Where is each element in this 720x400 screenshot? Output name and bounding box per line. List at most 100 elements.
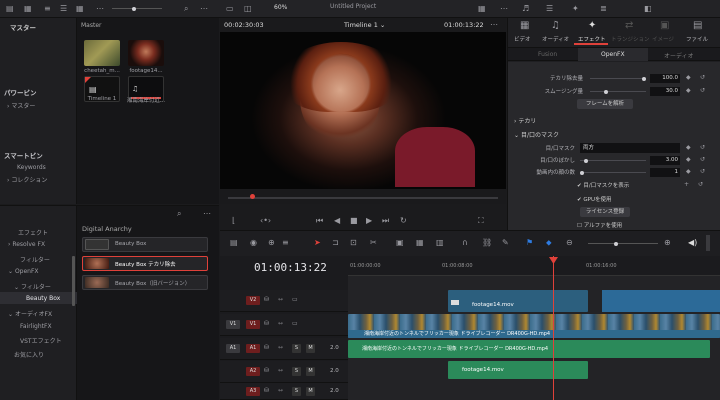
mute-button[interactable]: M <box>306 344 315 353</box>
jkl-icon[interactable]: ⌊ <box>232 217 235 225</box>
fullscreen-icon[interactable]: ⛶ <box>478 217 484 225</box>
tree-filter[interactable]: フィルター <box>20 255 50 264</box>
track-patch[interactable]: A1 <box>246 344 260 353</box>
clip-thumbnail[interactable] <box>84 40 120 66</box>
snapping-icon[interactable]: ∩ <box>462 239 468 247</box>
search-icon[interactable]: ⌕ <box>177 210 181 218</box>
zoom-in-icon[interactable]: ⊕ <box>664 239 671 247</box>
ripple-icon[interactable]: ◉ <box>250 239 257 247</box>
lock-icon[interactable]: ⛁ <box>264 320 269 328</box>
link-icon[interactable]: ⛓ <box>482 239 492 247</box>
options-icon[interactable]: ⋯ <box>96 5 104 13</box>
settings-icon[interactable]: ≡ <box>282 239 289 247</box>
effects-icon[interactable]: ✦ <box>572 5 579 13</box>
audio-tab-icon[interactable]: ♫ <box>551 21 560 31</box>
zoom-level[interactable]: 60% <box>274 4 287 11</box>
tree-fairlightfx[interactable]: FairlightFX <box>20 323 52 330</box>
reset-icon[interactable]: ↺ <box>700 87 705 95</box>
blur-value[interactable]: 3.00 <box>650 156 680 165</box>
analyze-frame-button[interactable]: フレームを解析 <box>577 99 633 109</box>
inner-slider[interactable] <box>580 170 646 175</box>
tree-audiofx[interactable]: ⌄ オーディオFX <box>8 309 52 318</box>
layout-icon[interactable]: ▦ <box>478 5 486 13</box>
video-tab-icon[interactable]: ▦ <box>520 21 529 31</box>
select-tool-icon[interactable]: ➤ <box>314 239 321 247</box>
subtab-openfx[interactable]: OpenFX <box>601 51 625 58</box>
grid-view-icon[interactable]: ▦ <box>76 5 84 13</box>
smart-bin-collection[interactable]: › コレクション <box>7 175 47 184</box>
overwrite-clip-icon[interactable]: ▦ <box>416 239 424 247</box>
tab-effects[interactable]: エフェクト <box>578 35 606 43</box>
tree-resolvefx[interactable]: › Resolve FX <box>8 241 45 248</box>
clip-thumbnail[interactable] <box>128 40 164 66</box>
scrubber-bar[interactable] <box>228 197 498 199</box>
keyframe-icon[interactable]: ◆ <box>686 87 691 95</box>
viewer-options-icon[interactable]: ⋯ <box>500 5 508 13</box>
viewer-layout-icon[interactable]: ▭ <box>226 5 234 13</box>
viewer-menu-icon[interactable]: ⋯ <box>490 21 498 29</box>
section-tekari[interactable]: › テカリ <box>514 116 536 125</box>
solo-button[interactable]: S <box>292 344 301 353</box>
tab-file[interactable]: ファイル <box>686 35 708 43</box>
show-mask-checkbox[interactable]: ✔ 目/口マスクを表示 <box>577 181 629 189</box>
dynamic-trim-icon[interactable]: ⊡ <box>350 239 357 247</box>
smart-bin-keywords[interactable]: Keywords <box>17 164 46 171</box>
skip-end-icon[interactable]: ⏭ <box>382 217 389 225</box>
v1-clip[interactable]: 湘南海岸付近のトンネルでフリッカー現象 ドライブレコーダー DR400G-HD.… <box>348 314 720 338</box>
tree-vst[interactable]: VSTエフェクト <box>20 336 62 345</box>
play-icon[interactable]: ▶ <box>366 217 372 225</box>
zoom-out-icon[interactable]: ⊖ <box>566 239 573 247</box>
track-source[interactable]: A1 <box>226 344 240 353</box>
enable-video-icon[interactable]: ▭ <box>292 296 298 304</box>
power-bin-master[interactable]: › マスター <box>7 101 35 110</box>
lock-icon[interactable]: ⛁ <box>264 367 269 375</box>
sync-icon[interactable]: ⊕ <box>268 239 275 247</box>
keyframe-icon[interactable]: ◆ <box>686 156 691 164</box>
enable-video-icon[interactable]: ▭ <box>292 320 298 328</box>
auto-select-icon[interactable]: ⇿ <box>278 367 283 375</box>
lock-icon[interactable]: ⛁ <box>264 387 269 395</box>
keyframe-icon[interactable]: ◆ <box>686 144 691 152</box>
layout-icon[interactable]: ▤ <box>230 239 238 247</box>
v2-clip[interactable]: footage14.mov <box>448 290 588 312</box>
gpu-checkbox[interactable]: ✔ GPUを使用 <box>577 195 611 203</box>
search-icon[interactable]: ⌕ <box>184 5 188 13</box>
media-pool-icon[interactable]: ▤ <box>6 5 14 13</box>
tree-openfx[interactable]: ⌄ OpenFX <box>8 268 39 275</box>
effects-tab-icon[interactable]: ✦ <box>588 21 596 31</box>
lock-icon[interactable]: ⛁ <box>264 296 269 304</box>
mask-dropdown[interactable]: 両方 <box>580 143 680 153</box>
index-icon[interactable]: ≣ <box>600 5 607 13</box>
video-frame[interactable] <box>220 32 506 189</box>
section-mask[interactable]: ⌄ 目/口のマスク <box>514 130 559 139</box>
loop-icon[interactable]: ↻ <box>400 217 407 225</box>
a1-clip[interactable]: 湘南海岸付近のトンネルでフリッカー現象 ドライブレコーダー DR400G-HD.… <box>348 340 710 358</box>
step-back-icon[interactable]: ◀ <box>334 217 340 225</box>
tree-beauty-box[interactable]: Beauty Box <box>26 295 60 302</box>
tree-scrollbar[interactable] <box>72 256 75 306</box>
tree-filter-openfx[interactable]: ⌄ フィルター <box>14 282 51 291</box>
tree-favorites[interactable]: お気に入り <box>14 350 44 359</box>
tree-effects[interactable]: エフェクト <box>18 228 48 237</box>
auto-select-icon[interactable]: ⇿ <box>278 344 283 352</box>
marker-icon[interactable]: ⬥ <box>546 239 552 247</box>
inspector-toggle-icon[interactable]: ◧ <box>644 5 652 13</box>
reset-icon[interactable]: ↺ <box>700 156 705 164</box>
inner-value[interactable]: 1 <box>650 168 680 177</box>
fx-item-selected[interactable]: Beauty Box テカリ除去 <box>82 256 208 271</box>
auto-select-icon[interactable]: ⇿ <box>278 296 283 304</box>
track-source[interactable]: V1 <box>226 320 240 329</box>
subtab-audio[interactable]: オーディオ <box>664 51 694 60</box>
file-tab-icon[interactable]: ▤ <box>693 21 702 31</box>
sliders-icon[interactable]: ☰ <box>546 5 553 13</box>
stop-icon[interactable]: ■ <box>350 217 358 225</box>
replace-clip-icon[interactable]: ▥ <box>436 239 444 247</box>
alpha-checkbox[interactable]: ☐ アルファを使用 <box>577 221 622 229</box>
skip-start-icon[interactable]: ⏮ <box>316 217 323 225</box>
split-view-icon[interactable]: ◫ <box>244 5 252 13</box>
auto-select-icon[interactable]: ⇿ <box>278 387 283 395</box>
sort-icon[interactable]: ≡ <box>44 5 51 13</box>
timeline-selector[interactable]: Timeline 1 ⌄ <box>344 21 385 29</box>
solo-button[interactable]: S <box>292 387 301 396</box>
license-button[interactable]: ライセンス登録 <box>580 207 630 217</box>
